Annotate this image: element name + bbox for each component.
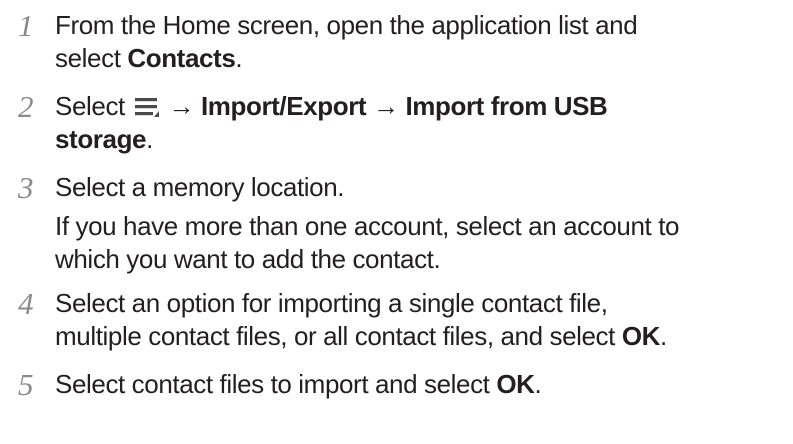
- step-number: 1: [18, 8, 34, 43]
- step-number: 3: [18, 170, 34, 205]
- step-text-line: Select contact files to import and selec…: [55, 368, 790, 401]
- step-text-line: Select an option for importing a single …: [55, 288, 608, 318]
- step-text-line: If you have more than one account, selec…: [55, 211, 680, 241]
- step-text-fragment: .: [660, 321, 667, 351]
- step-text: Select contact files to import and selec…: [55, 368, 790, 401]
- import-export-label: Import/Export: [200, 91, 367, 121]
- step-text: Select an option for importing a single …: [55, 287, 790, 353]
- step-text: From the Home screen, open the applicati…: [55, 9, 790, 75]
- step-number: 4: [18, 286, 34, 321]
- step-text-line: Select → Import/Export → Import from USB: [55, 90, 790, 123]
- arrow-glyph: →: [161, 91, 201, 121]
- step-text-line: multiple contact files, or all contact f…: [55, 320, 790, 353]
- step-text-fragment: .: [235, 43, 243, 73]
- arrow-glyph: →: [366, 91, 406, 121]
- import-from-usb-label: Import from USB: [405, 91, 608, 121]
- step-text-fragment: .: [146, 124, 153, 154]
- instruction-steps: 1 From the Home screen, open the applica…: [0, 0, 793, 444]
- step-text-fragment: .: [534, 369, 542, 399]
- step-text-fragment: Select: [55, 91, 132, 121]
- step-text-line: select Contacts.: [55, 42, 790, 75]
- step-text-line: Select a memory location.: [55, 172, 345, 202]
- ok-label: OK: [496, 369, 535, 399]
- step-text-fragment: Select contact files to import and selec…: [55, 369, 497, 399]
- step-text: Select → Import/Export → Import from USB…: [55, 90, 790, 156]
- step-number: 5: [18, 367, 34, 402]
- step-text-line: From the Home screen, open the applicati…: [55, 10, 638, 40]
- menu-icon: [134, 98, 159, 117]
- step-text: Select a memory location. If you have mo…: [55, 171, 790, 276]
- contacts-label: Contacts: [127, 43, 236, 73]
- step-text-line: which you want to add the contact.: [55, 244, 441, 274]
- storage-label: storage: [55, 124, 147, 154]
- step-number: 2: [18, 89, 34, 124]
- step-text-line: storage.: [55, 123, 790, 156]
- ok-label: OK: [621, 321, 661, 351]
- step-text-fragment: multiple contact files, or all contact f…: [55, 321, 622, 351]
- step-text-fragment: select: [55, 43, 128, 73]
